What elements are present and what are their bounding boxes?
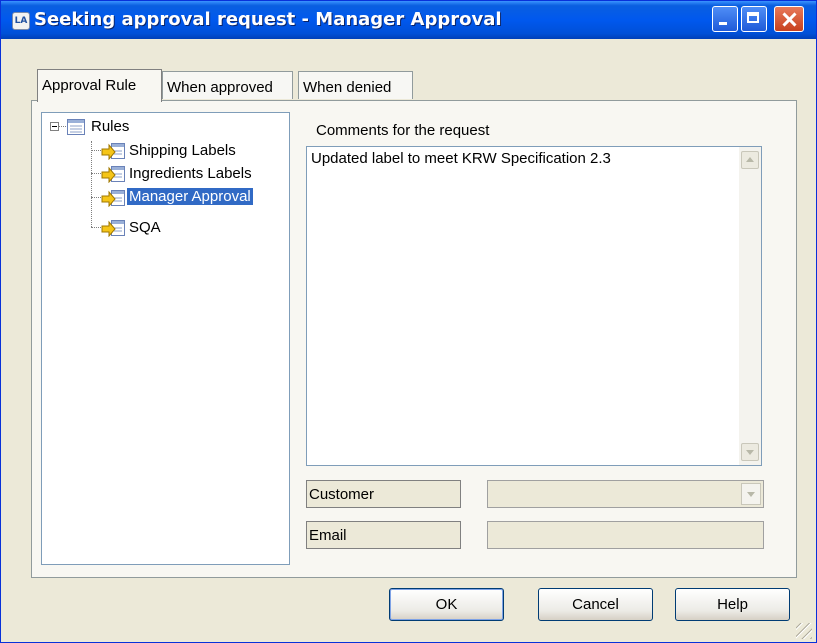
tree-root-label: Rules — [91, 118, 130, 135]
rule-arrow-icon — [101, 166, 125, 183]
maximize-button[interactable] — [741, 6, 767, 32]
tree-item-label: Ingredients Labels — [129, 165, 252, 182]
collapse-toggle-icon[interactable] — [50, 122, 59, 131]
comments-label: Comments for the request — [316, 122, 490, 139]
comments-text: Updated label to meet KRW Specification … — [311, 150, 611, 167]
minimize-button[interactable] — [712, 6, 738, 32]
title-bar[interactable]: LA Seeking approval request - Manager Ap… — [1, 1, 816, 39]
customer-label: Customer — [306, 480, 461, 508]
rule-arrow-icon — [101, 190, 125, 207]
tab-when-approved[interactable]: When approved — [162, 71, 293, 99]
comments-textarea[interactable]: Updated label to meet KRW Specification … — [306, 146, 762, 466]
close-button[interactable] — [774, 6, 804, 32]
tree-item-label-selected: Manager Approval — [127, 188, 253, 205]
scroll-down-icon[interactable] — [741, 443, 759, 461]
chevron-down-icon[interactable] — [741, 483, 761, 505]
resize-grip-icon[interactable] — [796, 623, 812, 639]
dialog-window: LA Seeking approval request - Manager Ap… — [0, 0, 817, 643]
help-button[interactable]: Help — [675, 588, 790, 621]
tab-approval-rule[interactable]: Approval Rule — [37, 69, 162, 102]
tab-when-denied[interactable]: When denied — [298, 71, 413, 99]
rule-arrow-icon — [101, 220, 125, 237]
customer-combobox[interactable] — [487, 480, 764, 508]
rule-arrow-icon — [101, 143, 125, 160]
tree-item-label: SQA — [129, 219, 161, 236]
cancel-button[interactable]: Cancel — [538, 588, 653, 621]
rules-tree[interactable]: Rules Shipping Labels Ingredients Labels — [41, 112, 290, 565]
rules-list-icon — [67, 119, 85, 135]
tree-item-label: Shipping Labels — [129, 142, 236, 159]
comments-scrollbar[interactable] — [739, 147, 761, 465]
email-field[interactable] — [487, 521, 764, 549]
email-label: Email — [306, 521, 461, 549]
app-icon[interactable]: LA — [12, 12, 30, 30]
ok-button[interactable]: OK — [389, 588, 504, 621]
scroll-up-icon[interactable] — [741, 151, 759, 169]
window-title: Seeking approval request - Manager Appro… — [34, 9, 502, 30]
